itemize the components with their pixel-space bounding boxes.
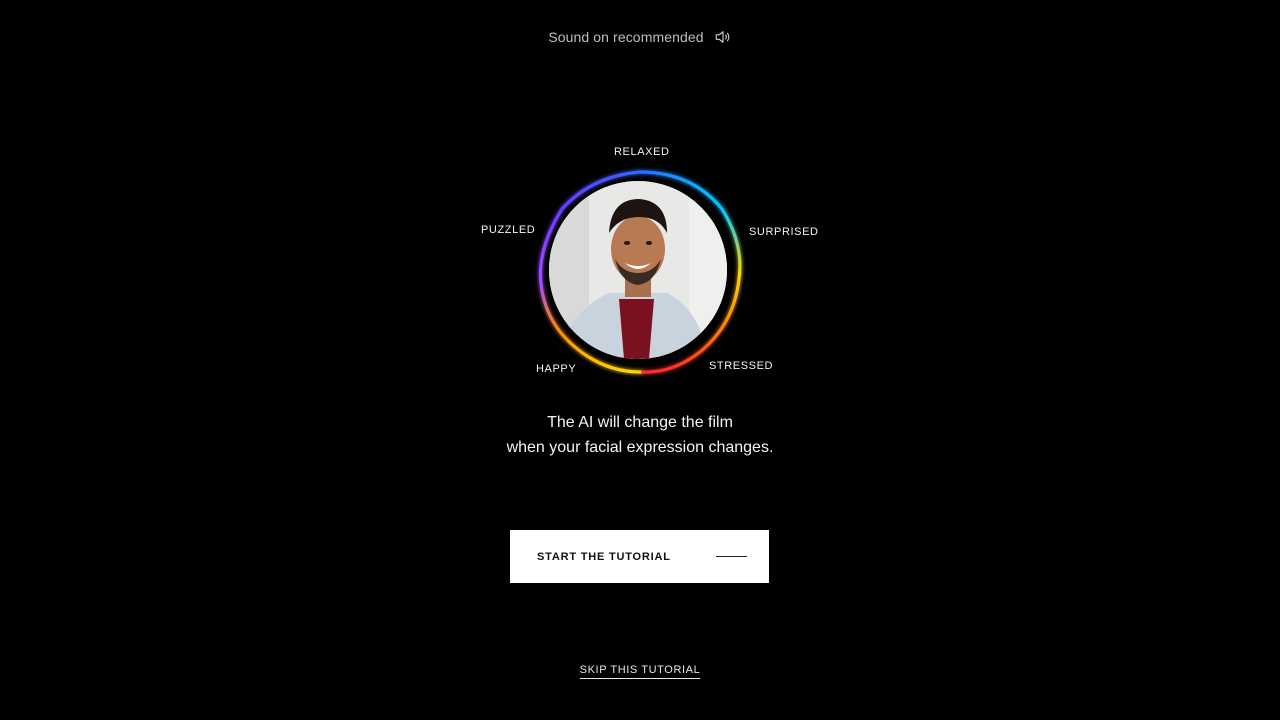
- emotion-label-happy: HAPPY: [536, 363, 577, 375]
- emotion-label-surprised: SURPRISED: [749, 226, 819, 238]
- user-face-photo: [549, 181, 727, 359]
- skip-tutorial-container: SKIP THIS TUTORIAL: [0, 664, 1280, 679]
- start-tutorial-label: START THE TUTORIAL: [537, 550, 671, 563]
- emotion-label-stressed: STRESSED: [709, 360, 774, 372]
- emotion-label-relaxed: RELAXED: [614, 146, 670, 158]
- sound-recommendation: Sound on recommended: [0, 28, 1280, 46]
- dash-line-icon: [716, 556, 747, 557]
- caption-line-2: when your facial expression changes.: [506, 439, 774, 456]
- emotion-wheel: RELAXED SURPRISED PUZZLED HAPPY STRESSED: [460, 135, 820, 390]
- start-tutorial-button[interactable]: START THE TUTORIAL: [510, 530, 769, 583]
- speaker-sound-icon[interactable]: [714, 28, 732, 46]
- caption-line-1: The AI will change the film: [547, 414, 733, 431]
- skip-tutorial-link[interactable]: SKIP THIS TUTORIAL: [579, 664, 701, 679]
- tutorial-intro-screen: Sound on recommended RELAXED SURPRISED P…: [0, 0, 1280, 720]
- emotion-label-puzzled: PUZZLED: [481, 224, 536, 236]
- ai-explanation-caption: The AI will change the film when your fa…: [0, 410, 1280, 460]
- sound-recommendation-text: Sound on recommended: [548, 29, 704, 45]
- smiling-man-portrait: [549, 181, 727, 359]
